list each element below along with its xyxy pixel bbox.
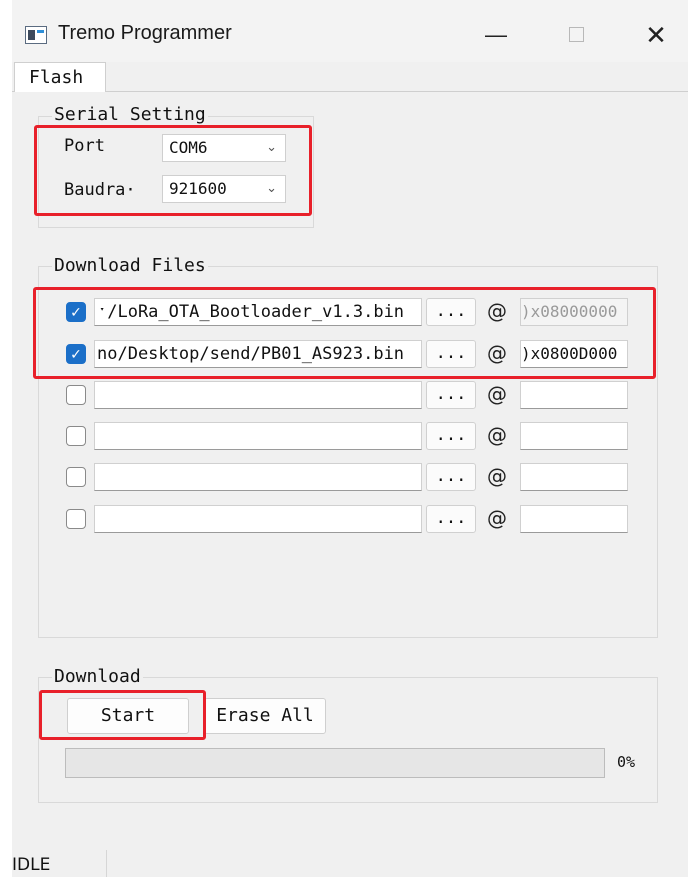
file-path-input[interactable] (94, 381, 422, 409)
address-input[interactable]: )x0800D000 (520, 340, 628, 368)
maximize-button[interactable] (556, 18, 596, 52)
status-text: IDLE (12, 855, 51, 875)
file-path-input[interactable] (94, 463, 422, 491)
file-path-input[interactable] (94, 505, 422, 533)
status-separator (106, 850, 107, 877)
start-highlight-box (39, 690, 206, 740)
at-symbol: @ (487, 423, 507, 447)
app-icon (25, 26, 47, 44)
serial-setting-legend: Serial Setting (52, 104, 208, 125)
browse-button[interactable]: ... (426, 422, 476, 450)
at-symbol: @ (487, 299, 507, 323)
download-files-legend: Download Files (52, 255, 208, 276)
file-checkbox[interactable] (66, 509, 86, 529)
at-symbol: @ (487, 506, 507, 530)
at-symbol: @ (487, 464, 507, 488)
file-checkbox[interactable] (66, 467, 86, 487)
at-symbol: @ (487, 341, 507, 365)
maximize-icon (568, 27, 584, 43)
file-path-input[interactable] (94, 422, 422, 450)
download-legend: Download (52, 666, 143, 687)
window-title: Tremo Programmer (58, 22, 232, 44)
progress-bar (65, 748, 605, 778)
tab-divider (12, 91, 688, 92)
browse-button[interactable]: ... (426, 340, 476, 368)
minimize-icon: — (485, 22, 507, 47)
close-button[interactable]: ✕ (636, 18, 676, 52)
file-checkbox[interactable]: ✓ (66, 302, 86, 322)
erase-all-button[interactable]: Erase All (204, 698, 326, 734)
serial-highlight-box (34, 125, 312, 216)
browse-button[interactable]: ... (426, 298, 476, 326)
check-icon: ✓ (70, 347, 82, 363)
address-input[interactable] (520, 505, 628, 533)
browse-button[interactable]: ... (426, 381, 476, 409)
file-path-input[interactable]: no/Desktop/send/PB01_AS923.bin (94, 340, 422, 368)
browse-button[interactable]: ... (426, 463, 476, 491)
address-input[interactable] (520, 422, 628, 450)
file-checkbox[interactable] (66, 426, 86, 446)
address-input[interactable] (520, 381, 628, 409)
address-input[interactable] (520, 463, 628, 491)
file-path-input[interactable]: ˑ/LoRa_OTA_Bootloader_v1.3.bin (94, 298, 422, 326)
file-checkbox[interactable] (66, 385, 86, 405)
tab-flash[interactable]: Flash (14, 62, 106, 92)
check-icon: ✓ (70, 305, 82, 321)
browse-button[interactable]: ... (426, 505, 476, 533)
minimize-button[interactable]: — (476, 18, 516, 52)
file-checkbox[interactable]: ✓ (66, 344, 86, 364)
address-input[interactable]: )x08000000 (520, 298, 628, 326)
progress-percent: 0% (617, 753, 636, 771)
at-symbol: @ (487, 382, 507, 406)
close-icon: ✕ (645, 20, 667, 50)
